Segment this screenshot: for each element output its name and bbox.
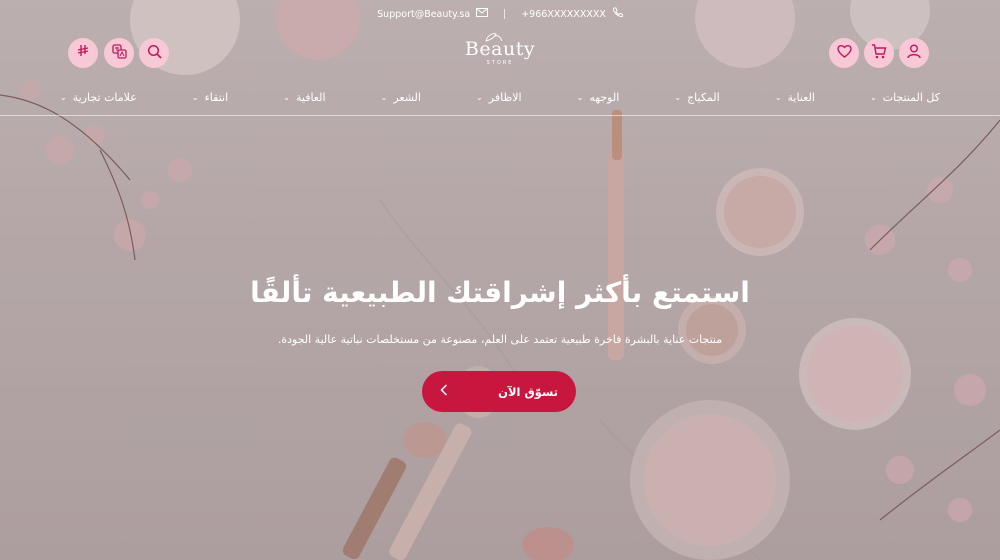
chevron-down-icon: ⌄ [191,92,199,102]
chevron-down-icon: ⌄ [576,92,584,102]
wishlist-button[interactable] [829,38,859,68]
cta-label: تسوّق الآن [498,384,558,399]
search-button[interactable] [139,38,169,68]
nav-item-brands[interactable]: علامات تجارية ⌄ [60,91,137,104]
language-icon [111,43,127,63]
phone-icon [612,7,623,21]
account-button[interactable] [899,38,929,68]
hero-headline: استمتع بأكثر إشراقتك الطبيعية تألقًا [250,276,750,309]
nav-divider [0,115,1000,116]
chevron-down-icon: ⌄ [674,92,682,102]
shop-now-button[interactable]: تسوّق الآن [422,371,576,412]
nav-item-all-products[interactable]: كل المنتجات ⌄ [870,91,940,104]
nav-item-selection[interactable]: انتقاء ⌄ [192,91,228,104]
nav-label: كل المنتجات [882,90,940,104]
hero-subtitle: منتجات عناية بالبشرة فاخرة طبيعية تعتمد … [277,333,723,346]
nav-label: الوجهه [589,90,620,104]
chevron-down-icon: ⌄ [476,92,483,102]
chevron-down-icon: ⌄ [870,92,877,102]
chevron-left-icon [440,384,448,399]
logo-subtitle: STORE [486,60,514,66]
support-phone[interactable]: +966XXXXXXXXX [521,9,606,20]
chevron-down-icon: ⌄ [380,92,388,102]
nav-item-makeup[interactable]: المكياج ⌄ [674,91,719,104]
nav-label: علامات تجارية [72,90,137,104]
chevron-down-icon: ⌄ [60,92,67,102]
chevron-down-icon: ⌄ [283,92,290,102]
brand-logo[interactable]: Beauty STORE [464,33,536,66]
chevron-down-icon: ⌄ [774,92,782,102]
support-email[interactable]: Support@Beauty.sa [377,9,470,20]
envelope-icon [476,8,489,20]
email-contact[interactable]: Support@Beauty.sa [377,8,489,20]
phone-contact[interactable]: +966XXXXXXXXX [521,7,623,21]
nav-label: العافية [295,90,326,104]
cart-icon [871,43,887,63]
nav-label: الشعر [393,90,421,104]
currency-icon [76,44,90,62]
language-button[interactable] [104,38,134,68]
cart-button[interactable] [864,38,894,68]
nav-item-wellness[interactable]: العافية ⌄ [283,91,325,104]
nav-item-nails[interactable]: الاظافر ⌄ [476,91,521,104]
nav-label: العناية [787,90,815,104]
contact-divider [504,9,506,19]
currency-button[interactable] [68,38,98,68]
nav-item-face[interactable]: الوجهه ⌄ [577,91,620,104]
nav-label: انتقاء [204,90,229,104]
nav-label: الاظافر [488,90,522,104]
user-icon [907,44,921,63]
heart-icon [836,44,852,62]
contact-bar: Support@Beauty.sa +966XXXXXXXXX [0,0,1000,28]
main-nav: كل المنتجات ⌄ العناية ⌄ المكياج ⌄ الوجهه ⌄ ا… [60,86,940,108]
nav-item-hair[interactable]: الشعر ⌄ [381,91,421,104]
leaf-logo-icon [485,33,503,42]
nav-label: المكياج [687,90,720,104]
search-icon [147,44,162,63]
nav-item-care[interactable]: العناية ⌄ [775,91,815,104]
